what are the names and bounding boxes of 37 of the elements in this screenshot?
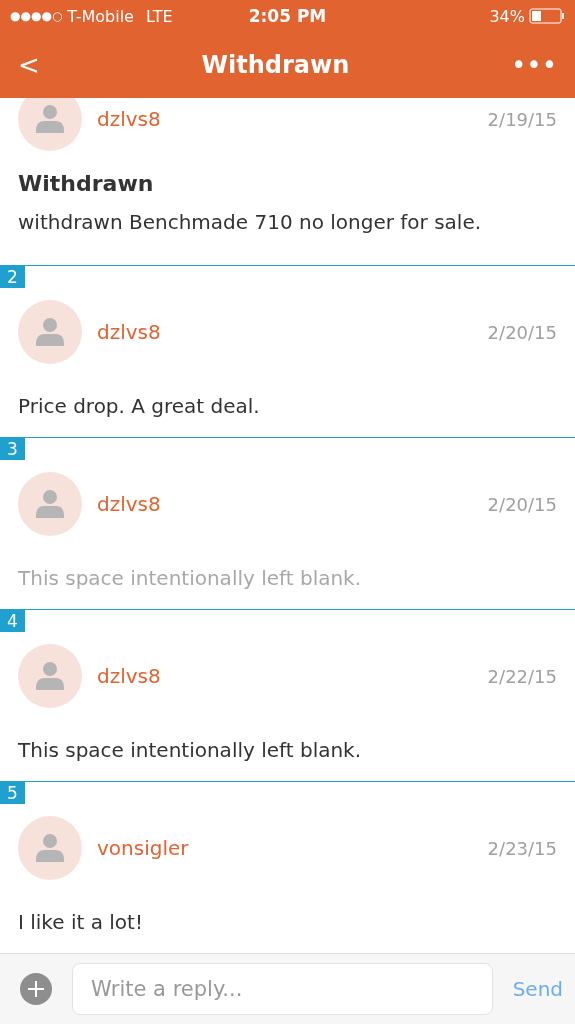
avatar-icon [18,300,82,364]
post-body: This space intentionally left blank. [17,565,363,590]
carrier-name: T-Mobile [67,6,134,26]
avatar-icon [18,98,82,151]
clock-time: 2:05 PM [248,6,327,26]
post-number: 4 [0,610,25,632]
post-title: Withdrawn [17,170,155,196]
reply-field[interactable]: Write a reply... [72,963,493,1015]
post-date: 2/20/15 [487,493,557,515]
username[interactable]: dzlvs8 [97,664,488,688]
battery-icon [529,8,565,24]
page-title: Withdrawn [201,51,350,79]
signal-strength: ●●●●○ [10,9,63,23]
network-type: LTE [145,6,173,26]
battery-percent: 34% [489,6,525,26]
avatar-icon [18,644,82,708]
avatar-icon [18,816,82,880]
send-button[interactable]: Send [512,977,563,1001]
post-body: withdrawn Benchmade 710 no longer for sale. [17,209,483,236]
post-date: 2/22/15 [487,665,557,687]
post-number: 3 [0,438,25,460]
post-date: 2/20/15 [487,321,557,343]
post-body: I like it a lot! [17,909,144,934]
post-number: 5 [0,782,25,804]
post-date: 2/19/15 [487,108,557,130]
username[interactable]: dzlvs8 [97,107,488,131]
username[interactable]: dzlvs8 [97,492,488,516]
add-icon[interactable] [20,973,52,1005]
username[interactable]: dzlvs8 [97,320,488,344]
post-body: Price drop. A great deal. [17,393,261,418]
post-date: 2/23/15 [487,837,557,859]
username[interactable]: vonsigler [97,836,488,860]
more-button[interactable]: ••• [510,50,557,80]
post-body: This space intentionally left blank. [17,737,363,762]
post-number: 2 [0,266,25,288]
back-button[interactable]: < [18,50,40,80]
avatar-icon [18,472,82,536]
